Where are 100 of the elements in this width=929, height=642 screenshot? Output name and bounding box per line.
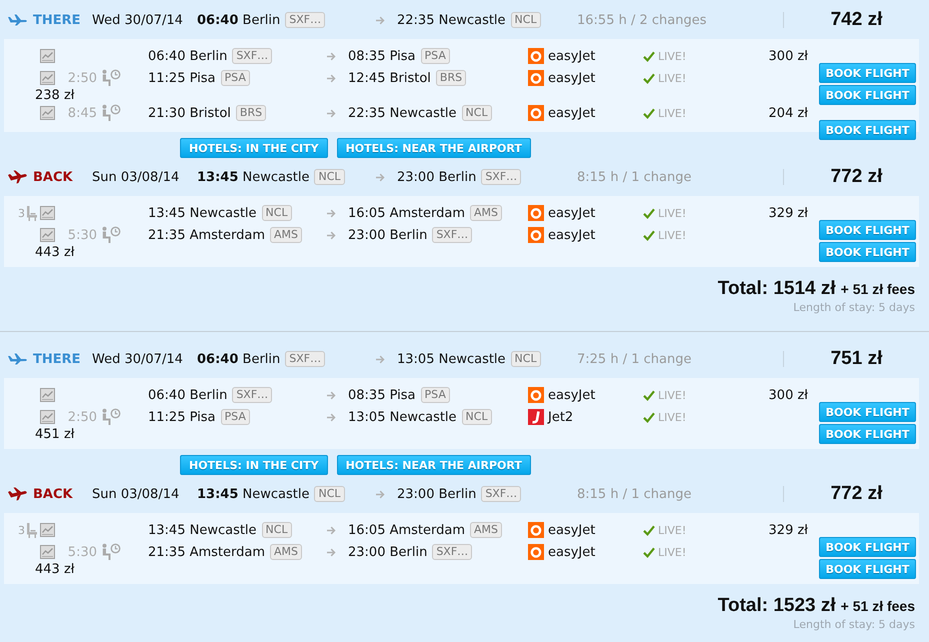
departure-info: 06:40 Berlin xyxy=(197,352,280,366)
line-chart-icon[interactable] xyxy=(40,388,55,402)
live-status: LIVE! xyxy=(658,72,686,84)
line-chart-icon[interactable] xyxy=(40,71,55,85)
line-chart-icon[interactable] xyxy=(40,545,55,559)
line-chart-icon[interactable] xyxy=(40,49,55,63)
departure-date: Sun 03/08/14 xyxy=(92,170,180,184)
book-flight-button[interactable]: BOOK FLIGHT xyxy=(819,220,916,240)
hotels-button[interactable]: HOTELS: NEAR THE AIRPORT xyxy=(336,138,531,158)
line-chart-icon[interactable] xyxy=(40,106,55,120)
fees-text: + 51 zł fees xyxy=(840,598,915,614)
line-chart-icon[interactable] xyxy=(40,206,55,220)
seat-icon xyxy=(26,206,38,220)
arrival-info: 23:00 Berlin xyxy=(348,544,428,560)
airline-logo-icon xyxy=(528,544,544,560)
airport-code: SXF… xyxy=(481,486,522,502)
book-flight-button[interactable]: BOOK FLIGHT xyxy=(819,424,916,444)
segment-price: 329 zł xyxy=(768,522,808,538)
departure-date: Wed 30/07/14 xyxy=(92,352,184,366)
landing-plane-icon xyxy=(8,487,28,501)
airline-name: easyJet xyxy=(548,70,596,86)
leg-price: 772 zł xyxy=(830,166,882,188)
departure-info: 13:45 Newcastle xyxy=(148,206,257,220)
book-flight-button[interactable]: BOOK FLIGHT xyxy=(819,63,916,83)
live-status: LIVE! xyxy=(658,106,686,120)
book-flight-button[interactable]: BOOK FLIGHT xyxy=(819,537,916,557)
airline-logo-icon xyxy=(528,387,544,403)
segment-price: 451 zł xyxy=(35,428,74,441)
airline-name: easyJet xyxy=(548,228,596,242)
hotels-button[interactable]: HOTELS: NEAR THE AIRPORT xyxy=(336,455,531,475)
arrival-info: 22:35 Newcastle xyxy=(397,12,506,28)
layover-time: 2:50 xyxy=(68,410,97,424)
arrow-icon xyxy=(327,412,336,422)
airport-code: NCL xyxy=(262,522,292,538)
segment-price: 443 zł xyxy=(35,246,74,259)
hotels-button[interactable]: HOTELS: IN THE CITY xyxy=(180,455,328,475)
trip-duration: 8:15 h / 1 change xyxy=(577,486,692,502)
takeoff-plane-icon xyxy=(8,14,28,26)
direction-label: THERE xyxy=(33,12,81,28)
airline-logo-icon xyxy=(528,105,544,121)
airline-name: easyJet xyxy=(548,206,596,220)
arrival-info: 13:05 Newcastle xyxy=(348,410,457,424)
airport-code: NCL xyxy=(462,105,492,121)
direction-label: BACK xyxy=(33,486,73,502)
arrival-info: 13:05 Newcastle xyxy=(397,352,506,366)
airline-logo-icon xyxy=(528,205,544,221)
airline-logo-icon xyxy=(528,409,544,425)
live-status: LIVE! xyxy=(658,228,686,242)
airport-code: SXF… xyxy=(285,351,326,367)
arrow-icon xyxy=(327,208,336,218)
book-flight-button[interactable]: BOOK FLIGHT xyxy=(819,402,916,422)
arrival-info: 16:05 Amsterdam xyxy=(348,206,466,220)
trip-duration: 16:55 h / 2 changes xyxy=(577,12,708,28)
airline-logo-icon xyxy=(528,70,544,86)
landing-plane-icon xyxy=(8,170,28,184)
arrival-info: 23:00 Berlin xyxy=(348,228,428,242)
departure-info: 11:25 Pisa xyxy=(148,70,216,86)
airport-code: SXF… xyxy=(232,387,272,403)
airport-code: NCL xyxy=(510,351,541,367)
fees-text: + 51 zł fees xyxy=(840,281,915,297)
hotels-button[interactable]: HOTELS: IN THE CITY xyxy=(180,138,328,158)
total-price: Total: 1514 zł xyxy=(718,278,836,300)
live-status: LIVE! xyxy=(658,410,686,424)
live-status: LIVE! xyxy=(658,206,686,220)
line-chart-icon[interactable] xyxy=(40,410,55,424)
line-chart-icon[interactable] xyxy=(40,228,55,242)
airport-code: PSA xyxy=(220,409,250,425)
length-of-stay: Length of stay: 5 days xyxy=(793,618,915,631)
departure-info: 13:45 Newcastle xyxy=(197,486,310,502)
arrival-info: 08:35 Pisa xyxy=(348,388,416,402)
departure-info: 06:40 Berlin xyxy=(197,12,280,28)
person-clock-icon xyxy=(101,543,121,561)
airport-code: NCL xyxy=(262,205,292,221)
layover-time: 5:30 xyxy=(68,544,97,560)
book-flight-button[interactable]: BOOK FLIGHT xyxy=(819,85,916,105)
book-flight-button[interactable]: BOOK FLIGHT xyxy=(819,559,916,579)
arrival-info: 08:35 Pisa xyxy=(348,48,416,64)
departure-info: 13:45 Newcastle xyxy=(197,170,310,184)
airline-logo-icon xyxy=(528,522,544,538)
book-flight-button[interactable]: BOOK FLIGHT xyxy=(819,242,916,262)
person-clock-icon xyxy=(101,408,121,426)
airport-code: NCL xyxy=(314,486,345,502)
departure-info: 21:35 Amsterdam xyxy=(148,228,266,242)
seats-left-count: 3 xyxy=(18,524,25,536)
seats-left-count: 3 xyxy=(18,206,25,220)
line-chart-icon[interactable] xyxy=(40,523,55,537)
book-flight-button[interactable]: BOOK FLIGHT xyxy=(819,120,916,140)
arrow-icon xyxy=(327,108,336,118)
takeoff-plane-icon xyxy=(8,353,28,365)
departure-info: 06:40 Berlin xyxy=(148,388,228,402)
segment-price: 300 zł xyxy=(768,388,808,402)
airport-code: SXF… xyxy=(285,12,326,28)
airport-code: SXF… xyxy=(432,227,472,243)
person-clock-icon xyxy=(101,69,121,87)
arrival-info: 22:35 Newcastle xyxy=(348,106,457,120)
airport-code: PSA xyxy=(420,387,450,403)
airport-code: BRS xyxy=(236,105,266,121)
segment-price: 300 zł xyxy=(768,48,808,64)
arrow-icon xyxy=(327,52,336,60)
leg-price: 742 zł xyxy=(830,9,882,31)
